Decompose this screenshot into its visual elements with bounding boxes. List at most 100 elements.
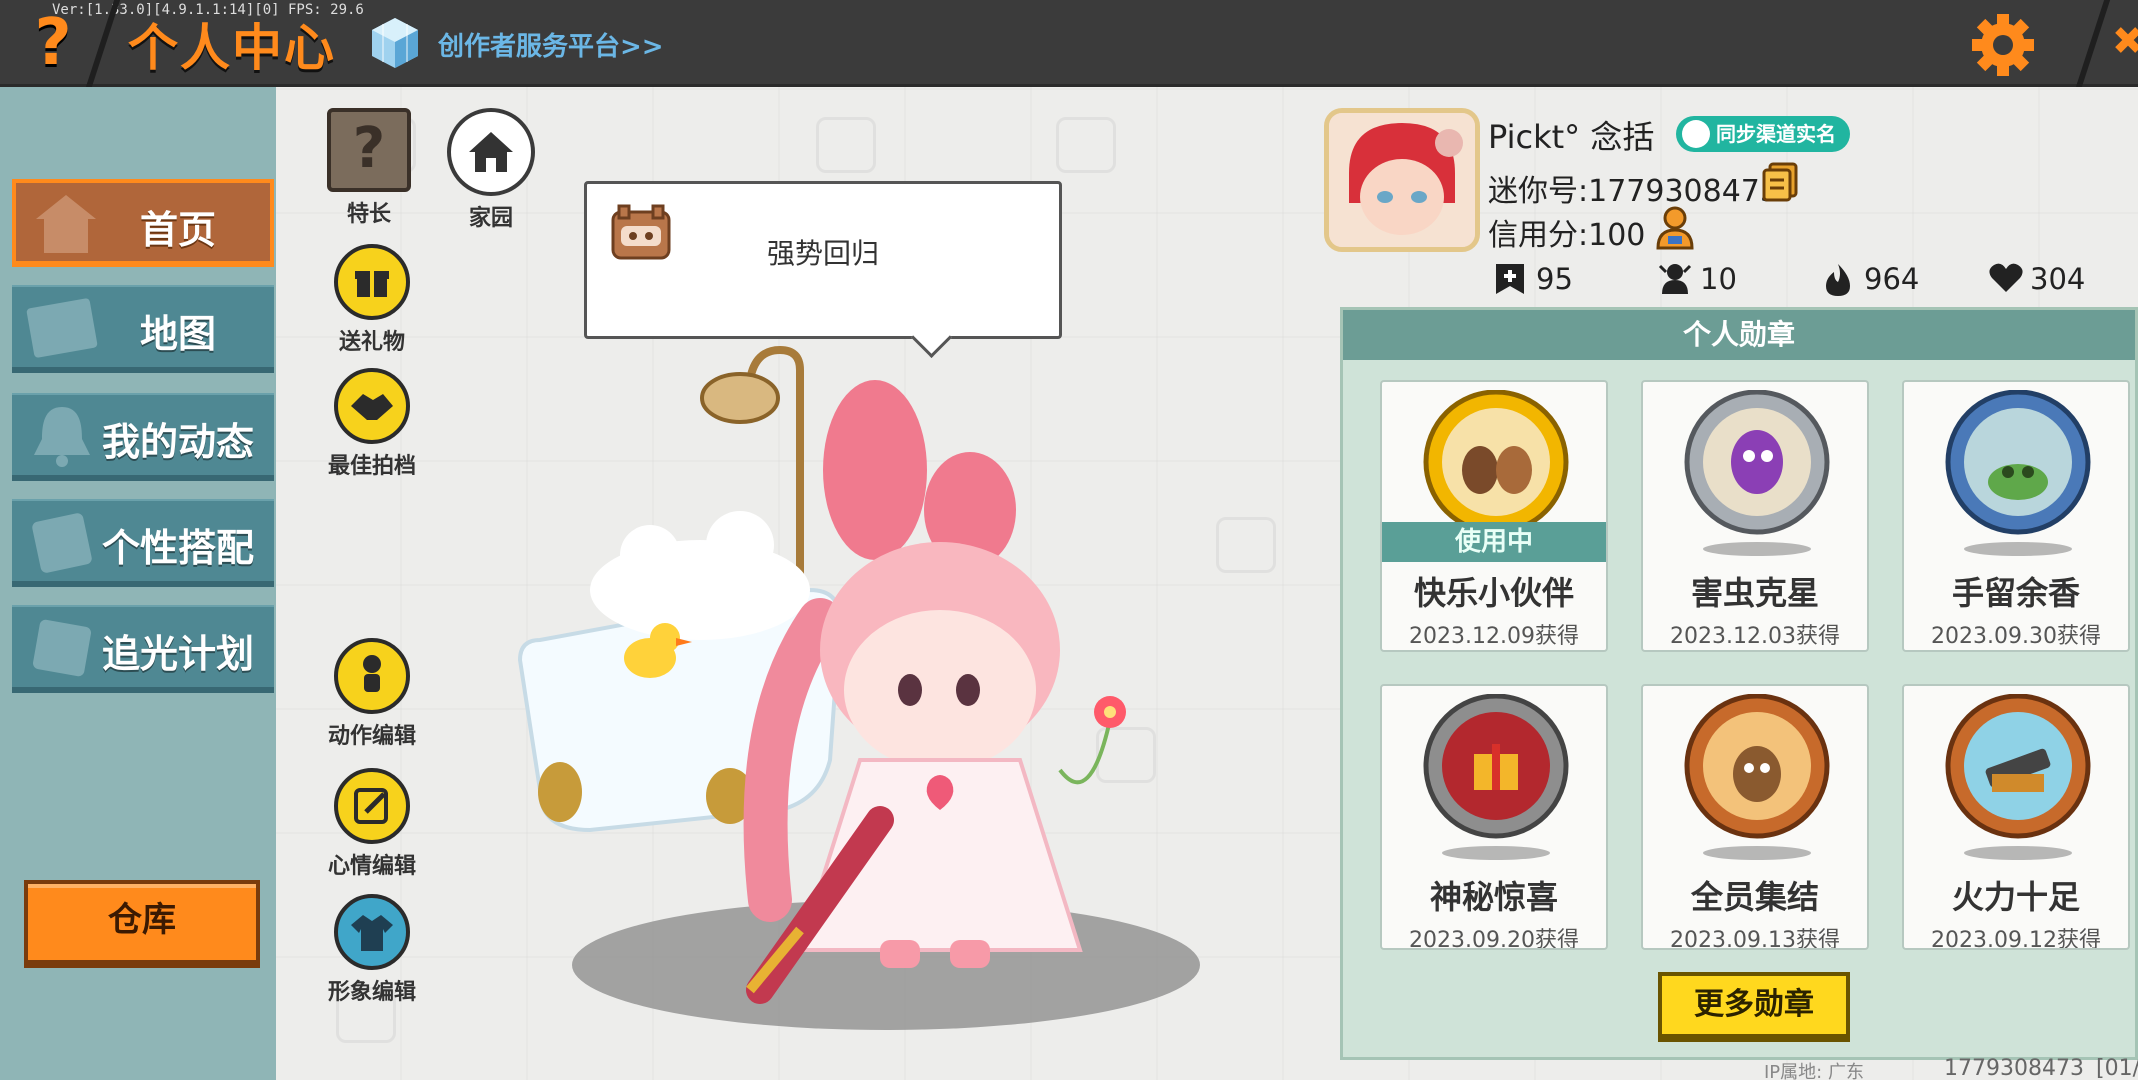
mood-edit-button[interactable]: 心情编辑 bbox=[317, 768, 427, 880]
sidebar-item-label: 我的动态 bbox=[101, 420, 254, 464]
sidebar-item-map[interactable]: 地图 bbox=[12, 285, 274, 373]
copy-icon[interactable] bbox=[1762, 162, 1798, 202]
ip-location: IP属地: 广东 bbox=[1764, 1062, 1864, 1080]
medal-full-firepower-icon bbox=[1945, 694, 2091, 839]
medal-date: 2023.09.13获得 bbox=[1670, 928, 1840, 950]
heart-icon bbox=[1989, 263, 2023, 292]
warehouse-button[interactable]: 仓库 bbox=[24, 880, 260, 968]
plus-icon bbox=[1496, 264, 1524, 294]
medal-panel-title: 个人勋章 bbox=[1343, 310, 2135, 360]
medal-pest-buster-icon bbox=[1684, 390, 1830, 535]
sidebar-item-label: 首页 bbox=[139, 208, 216, 252]
best-partner-label: 最佳拍档 bbox=[327, 454, 416, 479]
gift-icon bbox=[334, 244, 410, 320]
mood-edit-label: 心情编辑 bbox=[327, 854, 416, 879]
status-bubble[interactable]: 强势回归 bbox=[584, 181, 1062, 339]
medal-name: 快乐小伙伴 bbox=[1413, 574, 1574, 612]
avatar-character[interactable] bbox=[500, 340, 1240, 1020]
medal-mystery-surprise-icon bbox=[1423, 694, 1569, 839]
sidebar-item-label: 追光计划 bbox=[101, 632, 254, 676]
medal-date: 2023.12.03获得 bbox=[1670, 624, 1840, 649]
medal-card[interactable]: 害虫克星 2023.12.03获得 bbox=[1641, 380, 1869, 652]
flame-icon bbox=[1826, 264, 1850, 296]
sync-badge-label: 同步渠道实名 bbox=[1716, 122, 1836, 146]
medal-shadow bbox=[1964, 542, 2072, 556]
more-medals-button[interactable]: 更多勋章 bbox=[1658, 972, 1850, 1042]
medal-date: 2023.09.20获得 bbox=[1409, 928, 1579, 950]
light-icon bbox=[33, 619, 91, 677]
medal-date: 2023.12.09获得 bbox=[1409, 624, 1579, 649]
background-pattern bbox=[816, 117, 876, 173]
avatar[interactable] bbox=[1324, 108, 1480, 252]
divider bbox=[2075, 0, 2111, 87]
sidebar: 首页 地图 我的动态 个性搭配 追光计划 仓库 bbox=[0, 87, 276, 1080]
best-partner-button[interactable]: 最佳拍档 bbox=[317, 368, 427, 480]
fans-icon bbox=[1658, 264, 1692, 294]
user-icon bbox=[1682, 120, 1710, 148]
home-label: 家园 bbox=[468, 206, 513, 231]
medal-name: 害虫克星 bbox=[1690, 574, 1819, 612]
specialty-button[interactable]: ? 特长 bbox=[314, 108, 424, 228]
medal-name: 火力十足 bbox=[1951, 878, 2080, 916]
credit-user-icon[interactable] bbox=[1654, 206, 1696, 250]
medal-shadow bbox=[1703, 846, 1811, 860]
page-indicator: [01/ bbox=[2096, 1056, 2138, 1080]
medal-all-assemble-icon bbox=[1684, 694, 1830, 839]
page-title: 个人中心 bbox=[128, 19, 336, 77]
credit-score: 信用分:100 bbox=[1488, 218, 1646, 253]
medal-card[interactable]: 神秘惊喜 2023.09.20获得 bbox=[1380, 684, 1608, 950]
background-pattern bbox=[1056, 117, 1116, 173]
medal-name: 神秘惊喜 bbox=[1429, 878, 1558, 916]
stat-value: 964 bbox=[1864, 262, 1920, 296]
cube-icon[interactable] bbox=[370, 16, 420, 70]
mini-id: 迷你号:1779308473 bbox=[1488, 174, 1779, 209]
sidebar-item-home[interactable]: 首页 bbox=[12, 179, 274, 267]
medal-card[interactable]: 使用中 快乐小伙伴 2023.12.09获得 bbox=[1380, 380, 1608, 652]
house-icon bbox=[447, 108, 535, 196]
medal-date: 2023.09.12获得 bbox=[1931, 928, 2101, 950]
action-edit-button[interactable]: 动作编辑 bbox=[317, 638, 427, 750]
question-mark-icon[interactable]: ? bbox=[22, 10, 84, 76]
close-icon[interactable] bbox=[2108, 16, 2138, 76]
action-edit-label: 动作编辑 bbox=[327, 724, 416, 749]
home-icon bbox=[36, 195, 96, 253]
send-gift-label: 送礼物 bbox=[338, 330, 405, 355]
footer-id: 1779308473 bbox=[1944, 1056, 2084, 1080]
stat-value: 95 bbox=[1536, 262, 1573, 296]
medal-name: 全员集结 bbox=[1690, 878, 1819, 916]
bell-icon bbox=[34, 407, 90, 467]
sidebar-item-light-plan[interactable]: 追光计划 bbox=[12, 605, 274, 693]
sidebar-item-label: 地图 bbox=[139, 312, 216, 356]
medal-name: 手留余香 bbox=[1951, 574, 2080, 612]
map-icon bbox=[26, 298, 98, 358]
medal-lingering-fragrance-icon bbox=[1945, 390, 2091, 535]
sidebar-item-label: 个性搭配 bbox=[101, 526, 254, 570]
sidebar-item-activity[interactable]: 我的动态 bbox=[12, 393, 274, 481]
sidebar-item-outfit[interactable]: 个性搭配 bbox=[12, 499, 274, 587]
medal-shadow bbox=[1703, 542, 1811, 556]
medal-date: 2023.09.30获得 bbox=[1931, 624, 2101, 649]
player-name: Pickt° 念括 bbox=[1488, 118, 1655, 156]
outfit-icon bbox=[32, 513, 92, 573]
gear-icon[interactable] bbox=[1970, 12, 2036, 78]
stat-value: 304 bbox=[2030, 262, 2086, 296]
in-use-badge: 使用中 bbox=[1382, 522, 1606, 562]
warehouse-label: 仓库 bbox=[108, 900, 176, 940]
home-button[interactable]: 家园 bbox=[436, 108, 546, 232]
shirt-icon bbox=[334, 894, 410, 970]
creator-platform-link[interactable]: 创作者服务平台>> bbox=[438, 26, 664, 63]
edit-icon bbox=[334, 768, 410, 844]
question-box-icon: ? bbox=[327, 108, 411, 192]
medal-card[interactable]: 火力十足 2023.09.12获得 bbox=[1902, 684, 2130, 950]
status-text: 强势回归 bbox=[766, 237, 879, 270]
handshake-icon bbox=[334, 368, 410, 444]
stat-value: 10 bbox=[1700, 262, 1737, 296]
avatar-portrait bbox=[1329, 113, 1475, 247]
medal-card[interactable]: 手留余香 2023.09.30获得 bbox=[1902, 380, 2130, 652]
medal-card[interactable]: 全员集结 2023.09.13获得 bbox=[1641, 684, 1869, 950]
send-gift-button[interactable]: 送礼物 bbox=[317, 244, 427, 356]
image-edit-label: 形象编辑 bbox=[327, 980, 416, 1005]
medal-shadow bbox=[1964, 846, 2072, 860]
sync-realname-badge[interactable]: 同步渠道实名 bbox=[1676, 116, 1850, 152]
image-edit-button[interactable]: 形象编辑 bbox=[317, 894, 427, 1006]
